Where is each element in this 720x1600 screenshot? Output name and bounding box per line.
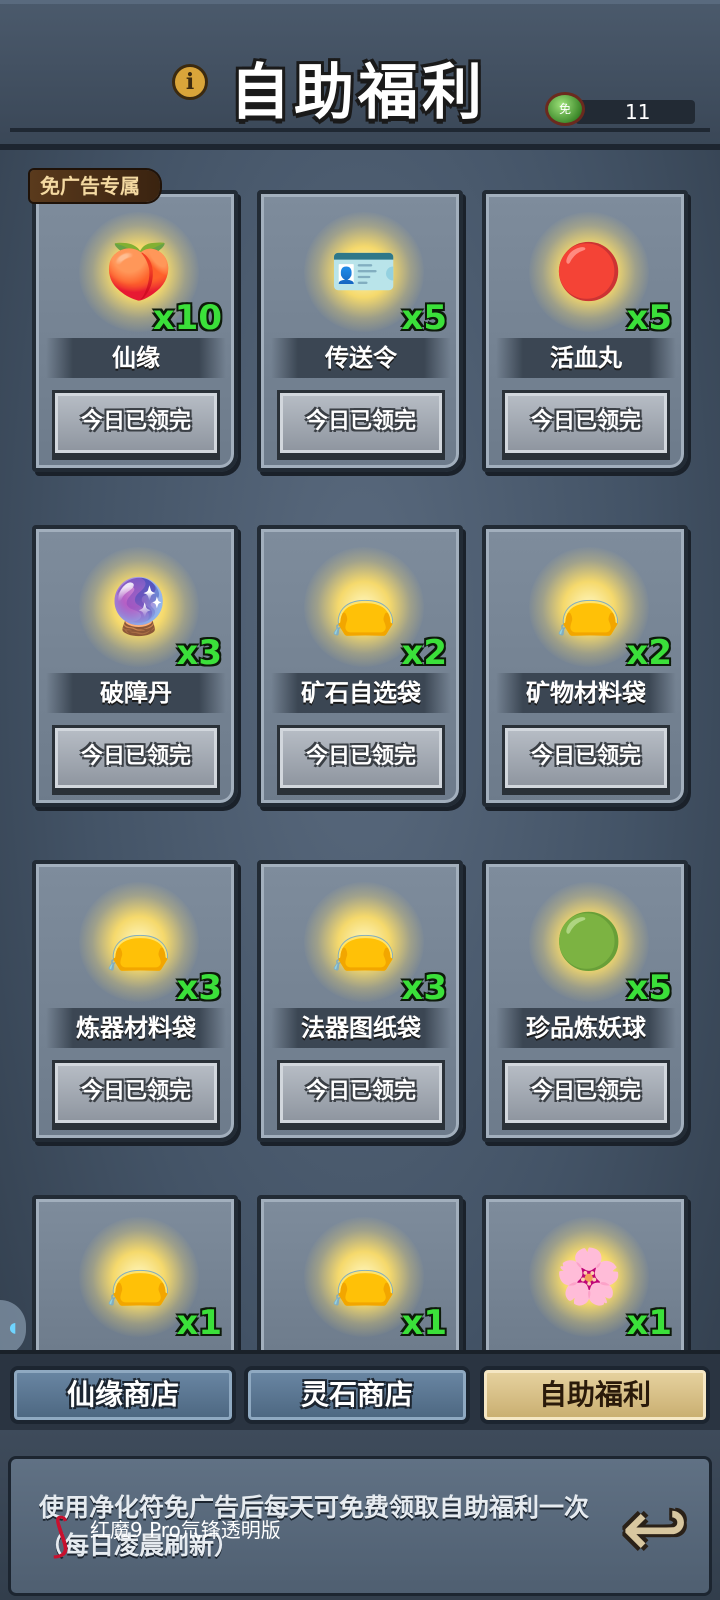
item-quantity: x1 bbox=[176, 1303, 222, 1343]
blueprint-bag-icon: 👝 bbox=[330, 910, 398, 973]
refining-bag-icon: 👝 bbox=[105, 910, 173, 973]
item-name: 珍品炼妖球 bbox=[496, 1008, 676, 1048]
tab-spirit-stone-shop[interactable]: 灵石商店 bbox=[244, 1366, 470, 1424]
item-name: 传送令 bbox=[271, 338, 451, 378]
reward-card: 🌸 x1 bbox=[482, 1195, 688, 1365]
redmagic-logo-icon: ⟆ bbox=[52, 1508, 70, 1562]
blood-pill-icon: 🔴 bbox=[555, 240, 623, 303]
reward-card: 👝 x1 bbox=[32, 1195, 238, 1365]
currency-display: 免 11 bbox=[545, 92, 705, 128]
claim-button[interactable]: 今日已领完 bbox=[502, 725, 670, 791]
item-quantity: x1 bbox=[401, 1303, 447, 1343]
flower-pouch-icon: 🌸 bbox=[555, 1245, 623, 1308]
item-name: 炼器材料袋 bbox=[46, 1008, 226, 1048]
item-name: 破障丹 bbox=[46, 673, 226, 713]
item-quantity: x5 bbox=[626, 298, 672, 338]
claim-button[interactable]: 今日已领完 bbox=[52, 1060, 220, 1126]
item-quantity: x10 bbox=[152, 298, 222, 338]
item-name: 矿物材料袋 bbox=[496, 673, 676, 713]
item-name: 活血丸 bbox=[496, 338, 676, 378]
currency-amount: 11 bbox=[625, 100, 651, 124]
header: i 自助福利 免 11 bbox=[0, 0, 720, 150]
item-quantity: x1 bbox=[626, 1303, 672, 1343]
page-title: 自助福利 bbox=[230, 58, 486, 128]
ad-free-exclusive-badge: 免广告专属 bbox=[30, 170, 160, 202]
ore-bag-icon: 👝 bbox=[330, 575, 398, 638]
tab-bar: 仙缘商店 灵石商店 自助福利 bbox=[0, 1350, 720, 1430]
demon-orb-icon: 🟢 bbox=[555, 910, 623, 973]
item-quantity: x5 bbox=[401, 298, 447, 338]
reward-card: 👝 x3 法器图纸袋 今日已领完 bbox=[257, 860, 463, 1142]
item-name: 法器图纸袋 bbox=[271, 1008, 451, 1048]
item-quantity: x3 bbox=[176, 968, 222, 1008]
reward-card: 🟢 x5 珍品炼妖球 今日已领完 bbox=[482, 860, 688, 1142]
reward-card: 👝 x3 炼器材料袋 今日已领完 bbox=[32, 860, 238, 1142]
material-bag-icon: 👝 bbox=[105, 1245, 173, 1308]
claim-button[interactable]: 今日已领完 bbox=[277, 1060, 445, 1126]
reward-card: 👝 x1 bbox=[257, 1195, 463, 1365]
tab-immortal-shop[interactable]: 仙缘商店 bbox=[10, 1366, 236, 1424]
claim-button[interactable]: 今日已领完 bbox=[502, 1060, 670, 1126]
reward-card: 🍑 x10 仙缘 今日已领完 bbox=[32, 190, 238, 472]
claim-button[interactable]: 今日已领完 bbox=[52, 390, 220, 456]
reward-card: 👝 x2 矿石自选袋 今日已领完 bbox=[257, 525, 463, 807]
reward-card: 🔮 x3 破障丹 今日已领完 bbox=[32, 525, 238, 807]
purple-bag-icon: 👝 bbox=[330, 1245, 398, 1308]
item-quantity: x2 bbox=[626, 633, 672, 673]
breakthrough-pill-icon: 🔮 bbox=[105, 575, 173, 638]
item-quantity: x3 bbox=[401, 968, 447, 1008]
info-icon[interactable]: i bbox=[172, 64, 208, 100]
claim-button[interactable]: 今日已领完 bbox=[277, 390, 445, 456]
breakthrough-pill-icon: 免 bbox=[545, 92, 585, 126]
reward-card: 🪪 x5 传送令 今日已领完 bbox=[257, 190, 463, 472]
mineral-bag-icon: 👝 bbox=[555, 575, 623, 638]
item-quantity: x5 bbox=[626, 968, 672, 1008]
watermark-text: 红魔9 Pro氘锋透明版 bbox=[90, 1518, 281, 1542]
claim-button[interactable]: 今日已领完 bbox=[52, 725, 220, 791]
item-quantity: x3 bbox=[176, 633, 222, 673]
back-arrow-icon[interactable]: ↩ bbox=[607, 1479, 703, 1579]
item-name: 仙缘 bbox=[46, 338, 226, 378]
tab-self-service-welfare[interactable]: 自助福利 bbox=[480, 1366, 710, 1424]
device-watermark: ⟆ 红魔9 Pro氘锋透明版 bbox=[38, 1506, 398, 1566]
item-name: 矿石自选袋 bbox=[271, 673, 451, 713]
item-quantity: x2 bbox=[401, 633, 447, 673]
claim-button[interactable]: 今日已领完 bbox=[277, 725, 445, 791]
teleport-token-icon: 🪪 bbox=[330, 240, 398, 303]
claim-button[interactable]: 今日已领完 bbox=[502, 390, 670, 456]
reward-card: 🔴 x5 活血丸 今日已领完 bbox=[482, 190, 688, 472]
reward-card: 👝 x2 矿物材料袋 今日已领完 bbox=[482, 525, 688, 807]
